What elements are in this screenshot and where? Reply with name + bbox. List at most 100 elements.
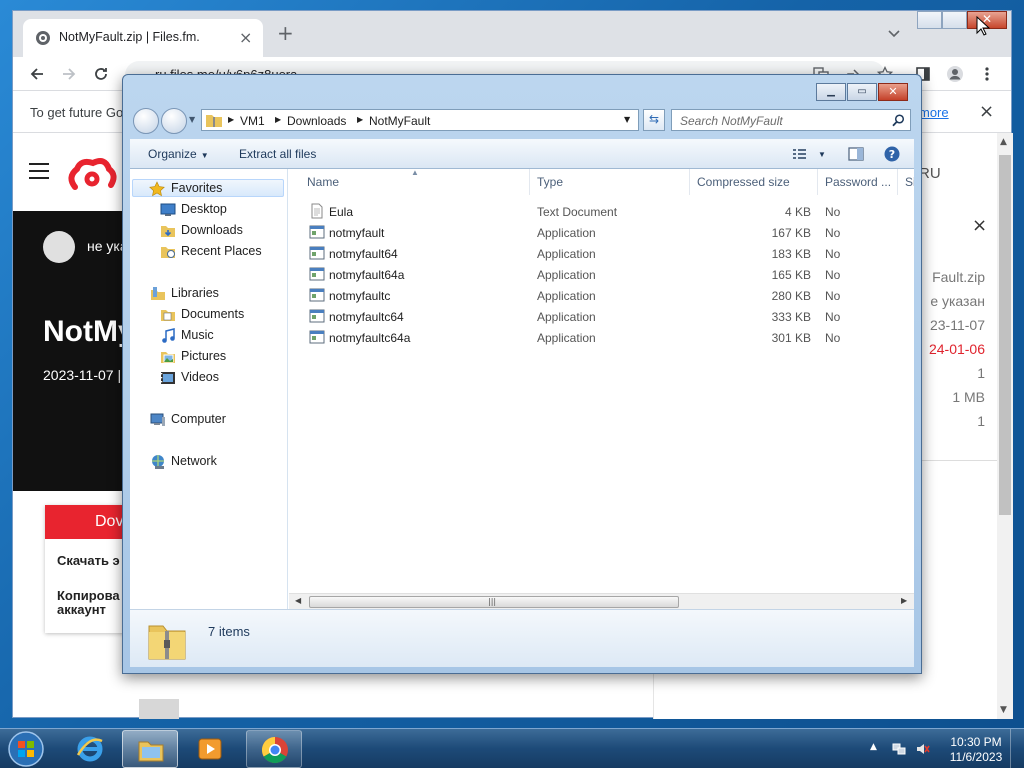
change-view-icon[interactable] — [792, 146, 808, 162]
nav-music[interactable]: Music — [160, 327, 280, 345]
taskbar-windows-explorer[interactable] — [122, 730, 178, 768]
breadcrumb-separator-icon[interactable]: ▶ — [357, 115, 363, 124]
preview-pane-icon[interactable] — [848, 146, 864, 162]
file-list-pane: Name ▲ Type Compressed size Password ...… — [289, 169, 914, 609]
nav-network[interactable]: Network — [150, 453, 280, 471]
info-upload-date: 23-11-07 — [929, 317, 985, 333]
taskbar-chrome[interactable] — [246, 730, 302, 768]
svg-text:?: ? — [889, 148, 895, 161]
reload-icon[interactable] — [93, 66, 109, 82]
nav-libraries[interactable]: Libraries — [150, 285, 280, 303]
file-row[interactable]: notmyfaultc64a Application 301 KB No — [289, 327, 914, 348]
profile-avatar-icon[interactable] — [947, 66, 963, 82]
info-filename: Fault.zip — [932, 269, 985, 285]
taskbar-internet-explorer[interactable] — [62, 730, 118, 768]
search-icon[interactable] — [892, 114, 905, 127]
recent-pages-chevron-icon[interactable]: ▼ — [189, 115, 195, 124]
nav-pictures[interactable]: Pictures — [160, 348, 280, 366]
user-avatar — [43, 231, 75, 263]
scroll-down-arrow-icon[interactable]: ▼ — [1000, 705, 1007, 715]
hamburger-menu-icon[interactable] — [29, 163, 49, 179]
nav-computer[interactable]: Computer — [150, 411, 280, 429]
show-desktop-button[interactable] — [1010, 729, 1024, 768]
horizontal-scroll-thumb[interactable]: ||| — [309, 596, 679, 608]
network-status-icon[interactable] — [892, 742, 906, 756]
file-row[interactable]: Eula Text Document 4 KB No — [289, 201, 914, 222]
nav-videos[interactable]: Videos — [160, 369, 280, 387]
explorer-minimize-button[interactable]: ▁ — [816, 83, 846, 101]
infobar-close-icon[interactable]: × — [979, 101, 994, 122]
extract-all-button[interactable]: Extract all files — [239, 147, 316, 161]
info-expiry-date: 24-01-06 — [928, 341, 985, 357]
explorer-maximize-button[interactable]: ▭ — [847, 83, 877, 101]
nav-documents[interactable]: Documents — [160, 306, 280, 324]
column-header-compressed-size[interactable]: Compressed size — [690, 169, 818, 195]
file-title: NotMy — [43, 315, 135, 348]
panel-close-icon[interactable]: × — [972, 215, 987, 236]
videos-icon — [161, 372, 175, 384]
scroll-left-arrow-icon[interactable]: ◀ — [295, 596, 301, 605]
tab-close-icon[interactable]: × — [239, 28, 252, 47]
file-row[interactable]: notmyfault64a Application 165 KB No — [289, 264, 914, 285]
view-options-chevron-icon[interactable]: ▼ — [818, 150, 826, 159]
forward-arrow-icon[interactable] — [61, 66, 77, 82]
clock-time[interactable]: 10:30 PM — [946, 735, 1006, 749]
kebab-menu-icon[interactable] — [979, 66, 995, 82]
column-header-password[interactable]: Password ... — [818, 169, 898, 195]
column-header-size[interactable]: Si — [898, 169, 914, 195]
minimize-button[interactable] — [917, 11, 942, 29]
help-icon[interactable]: ? — [884, 146, 900, 162]
new-tab-button[interactable]: + — [277, 23, 294, 43]
zip-folder-icon — [206, 115, 222, 127]
back-arrow-icon[interactable] — [29, 66, 45, 82]
nav-favorites[interactable]: Favorites — [132, 179, 284, 197]
file-row[interactable]: notmyfaultc Application 280 KB No — [289, 285, 914, 306]
breadcrumb-separator-icon[interactable]: ▶ — [275, 115, 281, 124]
scroll-right-arrow-icon[interactable]: ▶ — [901, 596, 907, 605]
download-option-link[interactable]: Скачать э — [57, 553, 120, 568]
nav-downloads[interactable]: Downloads — [160, 222, 280, 240]
files-fm-logo-icon[interactable] — [67, 157, 117, 191]
horizontal-scrollbar[interactable]: ◀ ||| ▶ — [289, 593, 914, 609]
taskbar-media-player[interactable] — [182, 730, 238, 768]
tab-search-chevron-icon[interactable] — [887, 27, 901, 41]
explorer-address-bar[interactable]: ▶ VM1 ▶ Downloads ▶ NotMyFault ▼ — [201, 109, 639, 131]
infobar-learn-more-link[interactable]: more — [919, 105, 949, 120]
explorer-close-button[interactable]: ✕ — [878, 83, 908, 101]
breadcrumb-notmyfault[interactable]: NotMyFault — [369, 114, 430, 128]
column-header-type[interactable]: Type — [530, 169, 690, 195]
explorer-forward-button[interactable] — [161, 108, 187, 134]
explorer-back-button[interactable] — [133, 108, 159, 134]
language-selector[interactable]: RU — [919, 165, 941, 182]
explorer-command-bar: Organize ▼ Extract all files ▼ ? — [130, 139, 914, 169]
music-note-icon — [162, 328, 175, 343]
file-row[interactable]: notmyfaultc64 Application 333 KB No — [289, 306, 914, 327]
breadcrumb-vm1[interactable]: VM1 — [240, 114, 265, 128]
nav-desktop[interactable]: Desktop — [160, 201, 280, 219]
volume-muted-icon[interactable] — [916, 742, 930, 756]
application-icon — [309, 288, 325, 302]
clock-date[interactable]: 11/6/2023 — [946, 750, 1006, 764]
file-row[interactable]: notmyfault64 Application 183 KB No — [289, 243, 914, 264]
page-scroll-thumb[interactable] — [999, 155, 1011, 515]
network-icon — [152, 455, 164, 469]
explorer-search-box[interactable]: Search NotMyFault — [671, 109, 911, 131]
breadcrumb-separator-icon[interactable]: ▶ — [228, 115, 234, 124]
globe-icon — [36, 31, 50, 45]
address-dropdown-icon[interactable]: ▼ — [624, 115, 630, 124]
start-button-icon[interactable] — [4, 730, 48, 768]
page-scrollbar[interactable]: ▲ ▼ — [997, 133, 1013, 719]
column-header-name[interactable]: Name ▲ — [289, 169, 530, 195]
nav-recent-places[interactable]: Recent Places — [160, 243, 284, 261]
refresh-button[interactable]: ⇆ — [643, 109, 665, 131]
scroll-up-arrow-icon[interactable]: ▲ — [1000, 137, 1007, 147]
explorer-body: Favorites Desktop Downloads Recent Place… — [130, 169, 914, 609]
browser-tab[interactable]: NotMyFault.zip | Files.fm. × — [23, 19, 263, 57]
file-row[interactable]: notmyfault Application 167 KB No — [289, 222, 914, 243]
organize-label: Organize — [148, 147, 197, 161]
show-hidden-icons-icon[interactable]: ▲ — [870, 742, 884, 756]
maximize-button[interactable] — [942, 11, 967, 29]
breadcrumb-downloads[interactable]: Downloads — [287, 114, 346, 128]
organize-menu[interactable]: Organize ▼ — [148, 147, 209, 161]
application-icon — [309, 330, 325, 344]
